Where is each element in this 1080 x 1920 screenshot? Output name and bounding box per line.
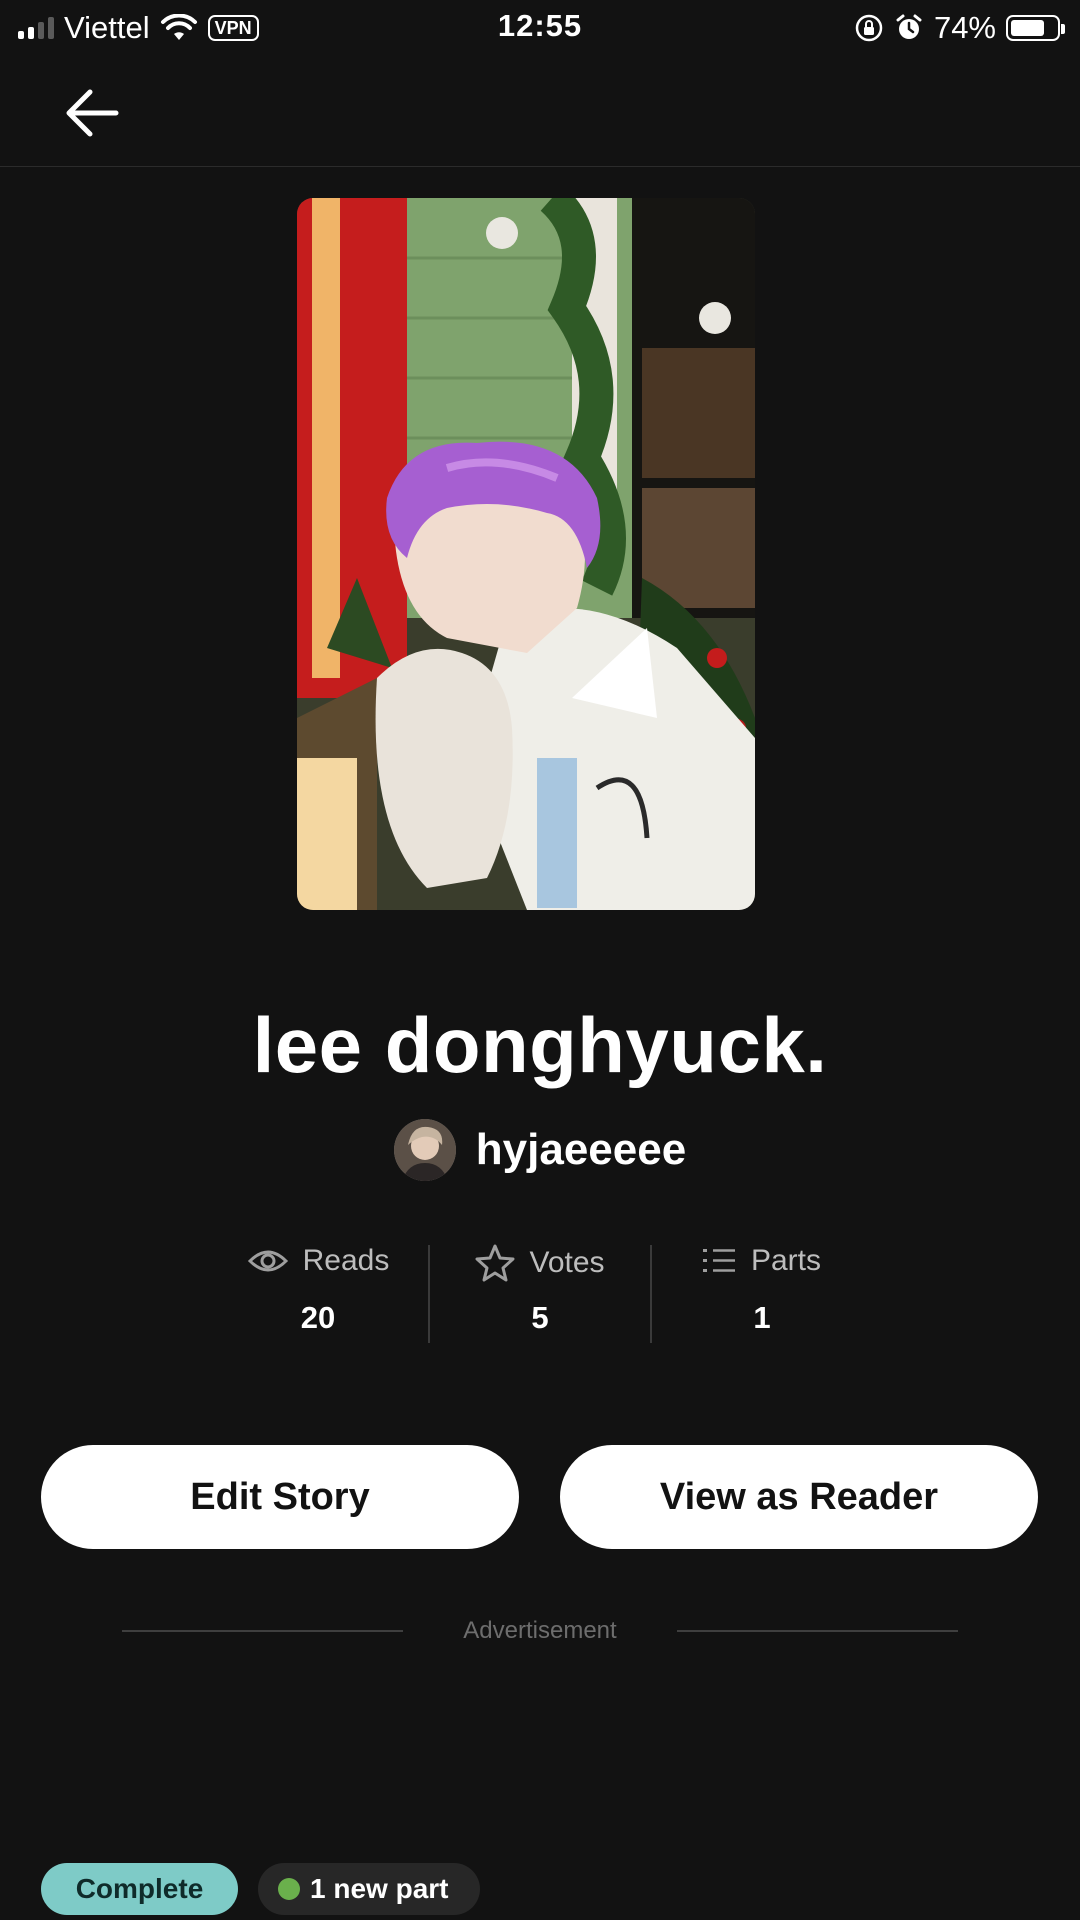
status-bar: Viettel VPN 12:55 74% [0,0,1080,60]
ad-line-left [122,1630,404,1632]
author-name[interactable]: hyjaeeeee [476,1125,686,1175]
stat-parts-value: 1 [753,1300,771,1335]
author-row[interactable]: hyjaeeeee [0,1118,1080,1182]
stat-reads: Reads 20 [207,1240,429,1345]
avatar[interactable] [393,1119,456,1181]
stat-reads-label: Reads [302,1244,390,1277]
story-title: lee donghyuck. [252,1001,828,1089]
orientation-lock-icon [855,14,883,42]
stat-reads-value: 20 [300,1300,336,1335]
stat-parts: Parts 1 [651,1240,873,1345]
status-right: 74% [854,8,1065,48]
eye-icon [247,1250,288,1272]
status-dot-icon [278,1878,300,1900]
story-cover-image [297,198,755,910]
advertisement-divider: Advertisement [122,1614,958,1648]
stat-votes-label: Votes [529,1246,605,1279]
battery-icon [1006,15,1065,41]
list-icon [702,1249,735,1272]
battery-percent: 74% [933,10,996,45]
star-icon [475,1244,515,1282]
new-part-label: 1 new part [310,1873,449,1904]
back-button[interactable] [60,80,126,146]
stat-parts-label: Parts [750,1244,822,1277]
ad-line-right [676,1630,958,1632]
new-part-badge[interactable]: 1 new part [258,1863,480,1915]
arrow-left-icon [66,89,119,137]
battery-level [1011,20,1044,36]
stat-votes: Votes 5 [429,1240,651,1345]
stat-votes-value: 5 [531,1300,549,1335]
advertisement-label: Advertisement [463,1617,617,1644]
stats-row: Reads 20 Votes 5 Parts 1 [0,1240,1080,1345]
alarm-icon [896,14,922,39]
top-nav [0,60,1080,167]
complete-badge: Complete [41,1863,238,1915]
edit-story-button[interactable]: Edit Story [41,1445,519,1549]
view-as-reader-button[interactable]: View as Reader [560,1445,1038,1549]
